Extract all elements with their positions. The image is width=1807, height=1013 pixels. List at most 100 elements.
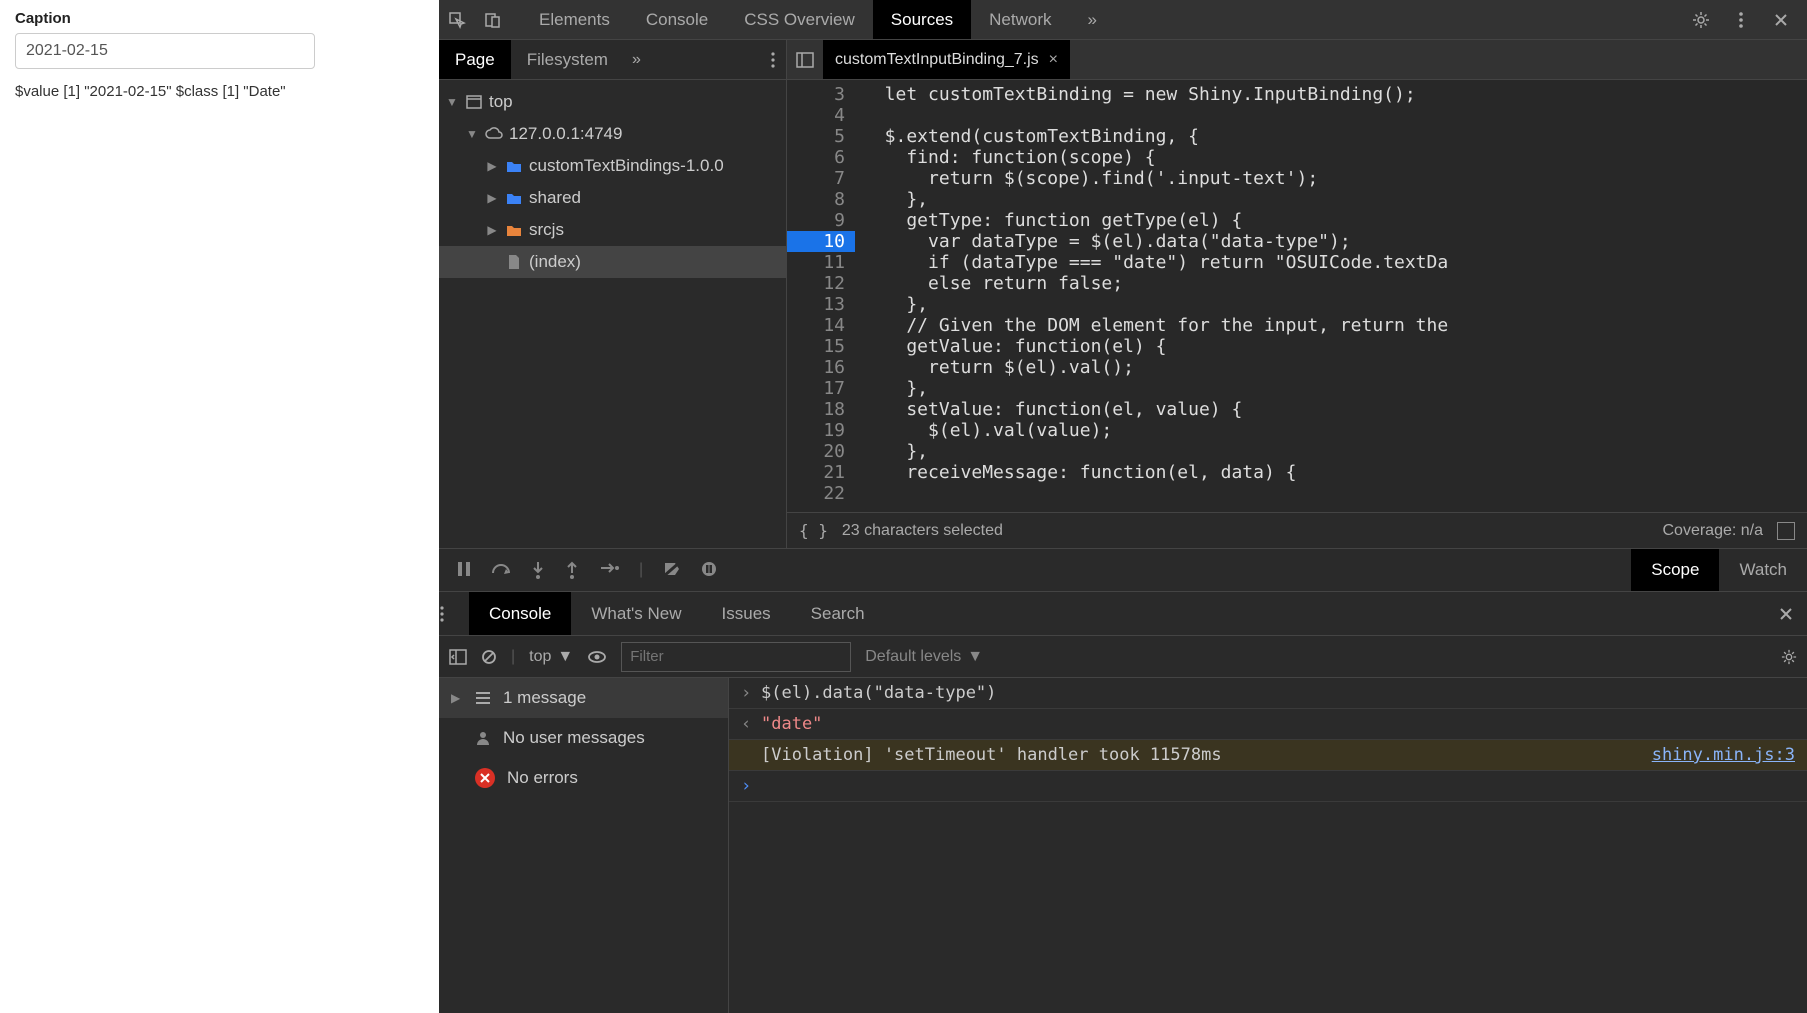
user-icon	[475, 730, 491, 746]
tree-host[interactable]: ▼ 127.0.0.1:4749	[439, 118, 786, 150]
cloud-icon	[483, 127, 505, 141]
file-tree[interactable]: ▼ top ▼ 127.0.0.1:4749 ▶ customTextBindi…	[439, 80, 786, 548]
caption-input[interactable]	[15, 33, 315, 69]
coverage-status: Coverage: n/a	[1662, 522, 1763, 540]
console-output-row: ‹ "date"	[729, 709, 1807, 740]
editor-tab[interactable]: customTextInputBinding_7.js ×	[823, 40, 1070, 79]
step-into-icon[interactable]	[531, 561, 545, 579]
pretty-print-icon[interactable]: { }	[799, 521, 828, 540]
console-input-row: › $(el).data("data-type")	[729, 678, 1807, 709]
clear-console-icon[interactable]	[481, 649, 497, 665]
console-sidebar: ▶ 1 message No user messages No errors	[439, 678, 729, 1013]
tree-top[interactable]: ▼ top	[439, 86, 786, 118]
debug-tab-watch[interactable]: Watch	[1719, 549, 1807, 591]
live-expression-icon[interactable]	[587, 650, 607, 664]
selection-status: 23 characters selected	[842, 522, 1003, 540]
nav-tab-more[interactable]: »	[632, 51, 641, 69]
console-toolbar: | top ▼ Default levels ▼	[439, 636, 1807, 678]
drawer: Console What's New Issues Search | top ▼…	[439, 592, 1807, 1013]
close-drawer-icon[interactable]	[1765, 607, 1807, 621]
folder-icon	[503, 159, 525, 173]
tree-folder-1[interactable]: ▶ shared	[439, 182, 786, 214]
violation-link[interactable]: shiny.min.js:3	[1632, 744, 1795, 766]
tree-folder-0[interactable]: ▶ customTextBindings-1.0.0	[439, 150, 786, 182]
drawer-tab-console[interactable]: Console	[469, 592, 571, 635]
tree-file-label: (index)	[529, 252, 581, 272]
device-toggle-icon[interactable]	[475, 2, 511, 38]
pause-icon[interactable]	[457, 561, 471, 579]
inspect-icon[interactable]	[439, 2, 475, 38]
console-filter-input[interactable]	[621, 642, 851, 672]
debug-tab-scope[interactable]: Scope	[1631, 549, 1719, 591]
console-settings-icon[interactable]	[1781, 649, 1797, 665]
tab-network[interactable]: Network	[971, 0, 1069, 39]
drawer-kebab-icon[interactable]	[439, 606, 469, 622]
tab-sources[interactable]: Sources	[873, 0, 971, 39]
tree-host-label: 127.0.0.1:4749	[509, 124, 622, 144]
close-devtools-icon[interactable]	[1763, 2, 1799, 38]
sidebar-item-messages[interactable]: ▶ 1 message	[439, 678, 728, 718]
deactivate-breakpoints-icon[interactable]	[663, 561, 681, 579]
code-lines[interactable]: let customTextBinding = new Shiny.InputB…	[855, 80, 1807, 512]
devtools-toolbar: Elements Console CSS Overview Sources Ne…	[439, 0, 1807, 40]
log-levels-selector[interactable]: Default levels ▼	[865, 648, 983, 666]
context-label: top	[529, 648, 551, 666]
step-over-icon[interactable]	[491, 561, 511, 579]
devtools: Elements Console CSS Overview Sources Ne…	[439, 0, 1807, 1013]
toggle-navigator-icon[interactable]	[787, 52, 823, 68]
console-output-text: "date"	[761, 713, 1795, 735]
sidebar-item-errors[interactable]: No errors	[439, 758, 728, 798]
tree-folder-0-label: customTextBindings-1.0.0	[529, 156, 724, 176]
console-sidebar-toggle-icon[interactable]	[449, 649, 467, 665]
list-icon	[475, 691, 491, 705]
tree-folder-2[interactable]: ▶ srcjs	[439, 214, 786, 246]
violation-text: [Violation] 'setTimeout' handler took 11…	[761, 744, 1632, 766]
sources-navigator: Page Filesystem » ▼ top ▼ 127.0.0.1:4749	[439, 40, 787, 548]
pause-on-exceptions-icon[interactable]	[701, 561, 717, 579]
no-errors-label: No errors	[507, 768, 578, 788]
step-icon[interactable]	[599, 561, 619, 579]
chevron-down-icon: ▼	[557, 648, 573, 666]
tab-console[interactable]: Console	[628, 0, 726, 39]
coverage-toggle-icon[interactable]	[1777, 522, 1795, 540]
console-log[interactable]: › $(el).data("data-type") ‹ "date" [Viol…	[729, 678, 1807, 1013]
no-user-label: No user messages	[503, 728, 645, 748]
tab-elements[interactable]: Elements	[521, 0, 628, 39]
drawer-tab-whatsnew[interactable]: What's New	[571, 592, 701, 635]
nav-kebab-icon[interactable]	[770, 52, 776, 68]
log-levels-label: Default levels	[865, 648, 961, 666]
app-output: $value [1] "2021-02-15" $class [1] "Date…	[15, 83, 424, 100]
console-violation-row: [Violation] 'setTimeout' handler took 11…	[729, 740, 1807, 771]
console-prompt-row[interactable]: ›	[729, 771, 1807, 802]
tree-top-label: top	[489, 92, 513, 112]
folder-icon	[503, 223, 525, 237]
error-icon	[475, 768, 495, 788]
code-area[interactable]: 345678910111213141516171819202122 let cu…	[787, 80, 1807, 512]
step-out-icon[interactable]	[565, 561, 579, 579]
window-icon	[463, 95, 485, 109]
tree-folder-2-label: srcjs	[529, 220, 564, 240]
app-pane: Caption $value [1] "2021-02-15" $class […	[0, 0, 439, 1013]
tree-folder-1-label: shared	[529, 188, 581, 208]
settings-icon[interactable]	[1683, 2, 1719, 38]
tree-file-index[interactable]: (index)	[439, 246, 786, 278]
tab-css-overview[interactable]: CSS Overview	[726, 0, 873, 39]
console-input-text: $(el).data("data-type")	[761, 682, 1795, 704]
prompt-chevron-icon: ›	[741, 775, 761, 797]
debugger-toolbar: | Scope Watch	[439, 548, 1807, 592]
context-selector[interactable]: top ▼	[529, 648, 573, 666]
folder-icon	[503, 191, 525, 205]
caption-label: Caption	[15, 10, 424, 27]
editor-status-bar: { } 23 characters selected Coverage: n/a	[787, 512, 1807, 548]
line-gutter[interactable]: 345678910111213141516171819202122	[787, 80, 855, 512]
sidebar-item-user[interactable]: No user messages	[439, 718, 728, 758]
output-chevron-icon: ‹	[741, 713, 761, 735]
messages-label: 1 message	[503, 688, 586, 708]
close-tab-icon[interactable]: ×	[1049, 51, 1058, 69]
drawer-tab-search[interactable]: Search	[791, 592, 885, 635]
kebab-icon[interactable]	[1723, 2, 1759, 38]
tab-more[interactable]: »	[1070, 0, 1115, 39]
nav-tab-filesystem[interactable]: Filesystem	[511, 40, 624, 79]
nav-tab-page[interactable]: Page	[439, 40, 511, 79]
drawer-tab-issues[interactable]: Issues	[702, 592, 791, 635]
